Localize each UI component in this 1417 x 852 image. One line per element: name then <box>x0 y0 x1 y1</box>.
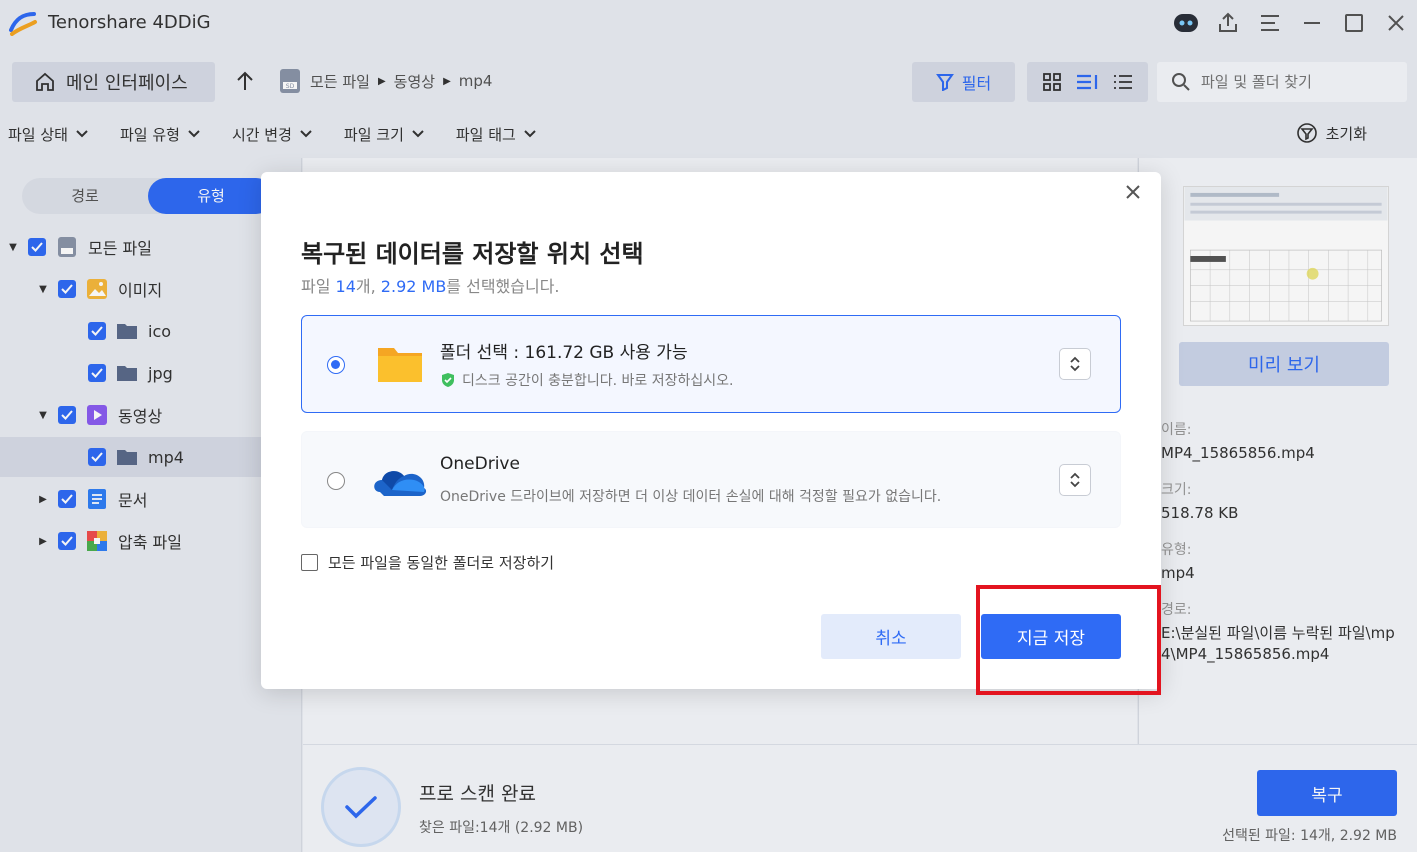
subtitle-prefix: 파일 <box>301 277 336 296</box>
up-down-chevron-icon <box>1070 356 1080 372</box>
close-icon[interactable] <box>1121 180 1145 204</box>
cancel-button[interactable]: 취소 <box>821 614 961 659</box>
option-title: OneDrive <box>440 454 520 474</box>
shield-check-icon <box>442 373 454 387</box>
option-description-text: OneDrive 드라이브에 저장하면 더 이상 데이터 손실에 대해 걱정할 … <box>440 489 942 505</box>
file-count: 14 <box>335 277 356 296</box>
option-description-text: 디스크 공간이 충분합니다. 바로 저장하십시오. <box>462 373 734 389</box>
highlight-annotation-box <box>976 585 1161 695</box>
file-size: 2.92 MB <box>380 277 447 296</box>
subtitle-suffix: 를 선택했습니다. <box>446 277 560 296</box>
up-down-chevron-icon <box>1070 472 1080 488</box>
dialog-title: 복구된 데이터를 저장할 위치 선택 <box>301 240 644 268</box>
radio-selected[interactable] <box>327 356 345 374</box>
onedrive-select-stepper[interactable] <box>1059 464 1091 496</box>
same-folder-option[interactable]: 모든 파일을 동일한 폴더로 저장하기 <box>301 552 554 573</box>
folder-icon <box>378 348 422 382</box>
checkbox-unchecked[interactable] <box>301 554 318 571</box>
folder-select-stepper[interactable] <box>1059 348 1091 380</box>
option-description: 디스크 공간이 충분합니다. 바로 저장하십시오. <box>440 370 733 390</box>
subtitle-mid: 개, <box>355 277 381 296</box>
dialog-subtitle: 파일 14개, 2.92 MB를 선택했습니다. <box>301 273 560 297</box>
onedrive-cloud-icon <box>374 471 427 496</box>
option-local-folder[interactable]: 폴더 선택 : 161.72 GB 사용 가능 디스크 공간이 충분합니다. 바… <box>301 315 1121 413</box>
radio-unselected[interactable] <box>327 472 345 490</box>
option-onedrive[interactable]: OneDrive OneDrive 드라이브에 저장하면 더 이상 데이터 손실… <box>301 431 1121 528</box>
option-title: 폴더 선택 : 161.72 GB 사용 가능 <box>440 343 688 363</box>
same-folder-label: 모든 파일을 동일한 폴더로 저장하기 <box>328 554 555 572</box>
